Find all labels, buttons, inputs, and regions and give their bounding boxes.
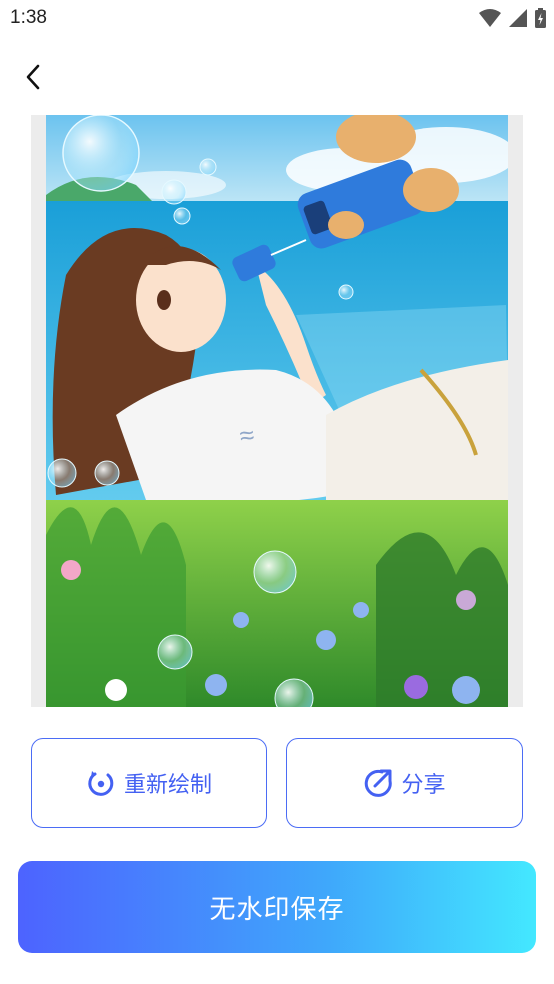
redraw-label: 重新绘制 bbox=[123, 773, 212, 798]
wifi-icon bbox=[479, 9, 501, 27]
redraw-button[interactable]: 重新绘制 bbox=[31, 738, 267, 828]
share-label: 分享 bbox=[401, 773, 446, 798]
status-time: 1:38 bbox=[10, 7, 47, 28]
signal-icon bbox=[509, 9, 527, 27]
battery-charging-icon bbox=[535, 8, 546, 28]
image-preview-frame: ≈ bbox=[31, 115, 523, 707]
redo-circle-icon bbox=[88, 771, 114, 796]
status-icons bbox=[479, 8, 546, 28]
save-without-watermark-button[interactable]: 无水印保存 bbox=[18, 861, 536, 953]
back-button[interactable] bbox=[14, 56, 54, 98]
status-bar: 1:38 bbox=[0, 0, 554, 38]
share-circle-icon bbox=[365, 769, 393, 797]
save-label: 无水印保存 bbox=[209, 894, 345, 925]
generated-artwork: ≈ bbox=[46, 115, 508, 707]
chevron-left-icon bbox=[26, 64, 40, 90]
share-button[interactable]: 分享 bbox=[286, 738, 523, 828]
